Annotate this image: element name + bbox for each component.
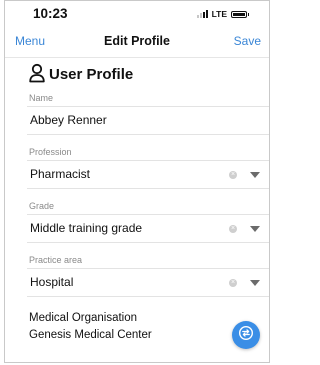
save-button[interactable]: Save xyxy=(234,34,261,48)
user-icon xyxy=(29,63,45,88)
battery-icon xyxy=(231,10,249,18)
phone-screen: 10:23 LTE Menu Edit Profile Save User Pr… xyxy=(4,0,270,363)
organisation-label: Medical Organisation xyxy=(29,312,138,324)
page-title: Edit Profile xyxy=(104,34,170,48)
clear-icon[interactable]: × xyxy=(229,225,237,233)
name-value: Abbey Renner xyxy=(30,113,107,127)
nav-bar: Menu Edit Profile Save xyxy=(5,27,269,58)
name-label: Name xyxy=(29,93,54,103)
practice-area-label: Practice area xyxy=(29,255,83,265)
swap-icon xyxy=(238,325,254,346)
chevron-down-icon[interactable] xyxy=(250,172,260,178)
status-bar: 10:23 LTE xyxy=(5,1,269,27)
chevron-down-icon[interactable] xyxy=(250,226,260,232)
name-field[interactable]: Abbey Renner xyxy=(27,106,269,135)
practice-area-value: Hospital xyxy=(30,275,74,289)
profession-label: Profession xyxy=(29,147,72,157)
practice-area-select[interactable]: Hospital × xyxy=(27,268,269,297)
chevron-down-icon[interactable] xyxy=(250,280,260,286)
swap-button[interactable] xyxy=(232,321,260,349)
clear-icon[interactable]: × xyxy=(229,279,237,287)
profession-select[interactable]: Pharmacist × xyxy=(27,160,269,189)
signal-icon xyxy=(196,10,208,18)
organisation-block: Medical Organisation Genesis Medical Cen… xyxy=(5,310,269,344)
network-label: LTE xyxy=(211,9,227,19)
status-indicators: LTE xyxy=(196,9,249,19)
grade-value: Middle training grade xyxy=(30,221,143,235)
profile-header: User Profile xyxy=(5,58,269,90)
grade-select[interactable]: Middle training grade × xyxy=(27,214,269,243)
clear-icon[interactable]: × xyxy=(229,171,237,179)
grade-label: Grade xyxy=(29,201,55,211)
profession-value: Pharmacist xyxy=(30,167,91,181)
section-title: User Profile xyxy=(49,66,134,83)
status-time: 10:23 xyxy=(33,6,68,21)
